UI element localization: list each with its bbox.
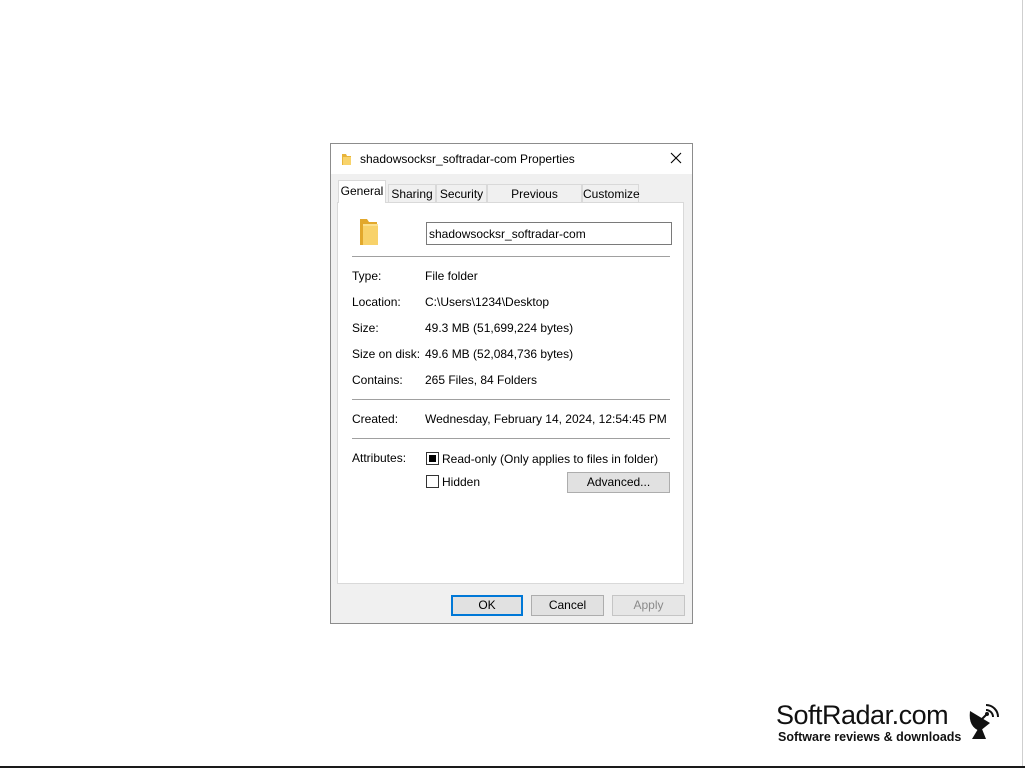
tab-sharing[interactable]: Sharing: [388, 184, 436, 202]
large-folder-icon: [357, 217, 381, 250]
hidden-checkbox[interactable]: [426, 475, 439, 488]
size-label: Size:: [352, 321, 379, 335]
general-tab-panel: Type: File folder Location: C:\Users\123…: [337, 202, 684, 584]
location-value: C:\Users\1234\Desktop: [425, 295, 550, 309]
close-icon: [670, 152, 682, 164]
screen-edge: [1022, 0, 1023, 766]
type-label: Type:: [352, 269, 382, 283]
title-bar[interactable]: shadowsocksr_softradar-com Properties: [331, 144, 692, 174]
contains-label: Contains:: [352, 373, 403, 387]
tab-previous-versions[interactable]: Previous Versions: [487, 184, 582, 219]
taskbar-edge: [0, 766, 1025, 768]
brand-tagline: Software reviews & downloads: [778, 730, 962, 744]
advanced-button[interactable]: Advanced...: [567, 472, 670, 493]
size-value: 49.3 MB (51,699,224 bytes): [425, 321, 574, 335]
tab-security[interactable]: Security: [436, 184, 487, 202]
properties-dialog: shadowsocksr_softradar-com Properties Ge…: [330, 143, 693, 624]
created-label: Created:: [352, 412, 399, 426]
brand-name: SoftRadar.com: [776, 700, 949, 730]
folder-name-field[interactable]: [426, 222, 672, 245]
close-button[interactable]: [659, 144, 692, 174]
divider: [352, 399, 670, 400]
created-value: Wednesday, February 14, 2024, 12:54:45 P…: [425, 412, 667, 426]
size-on-disk-label: Size on disk:: [352, 347, 421, 361]
hidden-label[interactable]: Hidden: [442, 475, 480, 489]
divider: [352, 438, 670, 439]
tab-general[interactable]: General: [338, 180, 386, 203]
divider: [352, 256, 670, 257]
tab-customize[interactable]: Customize: [582, 184, 640, 202]
satellite-dish-icon: [966, 701, 1002, 744]
readonly-label[interactable]: Read-only (Only applies to files in fold…: [442, 452, 658, 466]
readonly-checkbox[interactable]: [426, 452, 439, 465]
apply-button[interactable]: Apply: [612, 595, 685, 616]
contains-value: 265 Files, 84 Folders: [425, 373, 538, 387]
size-on-disk-value: 49.6 MB (52,084,736 bytes): [425, 347, 574, 361]
type-value: File folder: [425, 269, 478, 283]
folder-icon: [341, 153, 352, 165]
attributes-label: Attributes:: [352, 451, 407, 465]
dialog-title: shadowsocksr_softradar-com Properties: [360, 152, 575, 166]
location-label: Location:: [352, 295, 401, 309]
cancel-button[interactable]: Cancel: [531, 595, 604, 616]
ok-button[interactable]: OK: [451, 595, 523, 616]
